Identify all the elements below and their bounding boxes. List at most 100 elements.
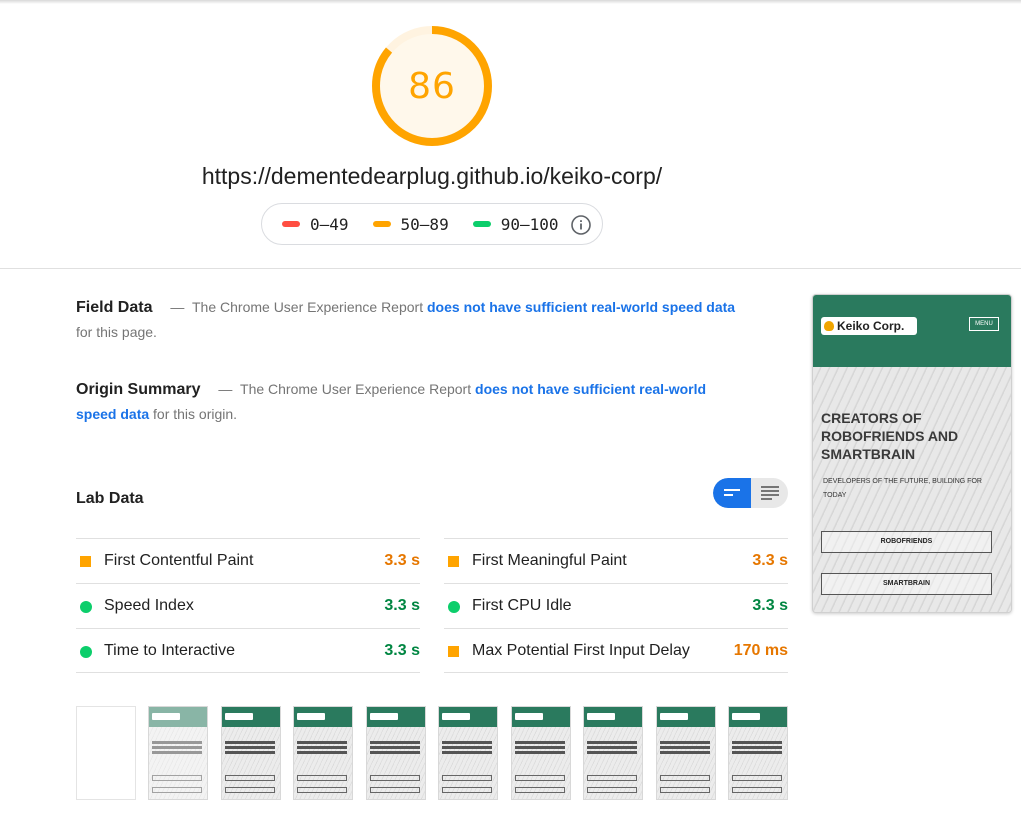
preview-button-robofriends: ROBOFRIENDS	[821, 531, 992, 553]
frame-logo	[515, 713, 543, 720]
frame-button	[587, 775, 637, 781]
expanded-view-button[interactable]	[751, 478, 788, 508]
frame-body	[222, 727, 280, 799]
metrics-view-toggle[interactable]	[713, 478, 788, 508]
field-data-section: Field Data — The Chrome User Experience …	[76, 295, 736, 345]
filmstrip-frame	[221, 706, 281, 800]
frame-button	[297, 787, 347, 793]
frame-logo	[152, 713, 180, 720]
frame-button	[297, 775, 347, 781]
metric-value: 3.3 s	[752, 552, 788, 569]
frame-header	[512, 707, 570, 727]
average-indicator-icon	[448, 556, 459, 567]
metric-time-to-interactive: Time to Interactive 3.3 s	[76, 628, 420, 673]
frame-text	[370, 741, 420, 744]
lab-metrics-left: First Contentful Paint 3.3 s Speed Index…	[76, 538, 420, 673]
filmstrip-frame	[583, 706, 643, 800]
preview-logo: Keiko Corp.	[821, 317, 917, 335]
frame-body	[584, 727, 642, 799]
frame-logo	[442, 713, 470, 720]
frame-text	[297, 741, 347, 744]
frame-header	[222, 707, 280, 727]
frame-body	[149, 727, 207, 799]
origin-summary-dash: —	[218, 381, 233, 397]
metric-value: 3.3 s	[752, 597, 788, 614]
metric-speed-index: Speed Index 3.3 s	[76, 583, 420, 628]
performance-score-gauge: 86	[371, 25, 493, 147]
metric-first-contentful-paint: First Contentful Paint 3.3 s	[76, 538, 420, 583]
score-legend: 0–49 50–89 90–100	[261, 203, 603, 245]
expanded-view-icon	[761, 486, 779, 500]
frame-logo	[732, 713, 760, 720]
frame-button	[370, 787, 420, 793]
filmstrip-frame	[366, 706, 426, 800]
frame-button	[515, 775, 565, 781]
frame-button	[152, 775, 202, 781]
origin-summary-text: The Chrome User Experience Report	[240, 381, 472, 397]
frame-button	[587, 787, 637, 793]
filmstrip-frame	[293, 706, 353, 800]
frame-logo	[370, 713, 398, 720]
legend-pass-label: 90–100	[500, 214, 559, 234]
final-screenshot: Keiko Corp. MENU CREATORS OF ROBOFRIENDS…	[812, 294, 1012, 613]
legend-average-bar	[372, 221, 391, 227]
frame-body	[729, 727, 787, 799]
legend-fail: 0–49	[282, 215, 349, 234]
preview-header: Keiko Corp. MENU	[813, 295, 1011, 367]
metric-value: 170 ms	[733, 641, 788, 659]
filmstrip-frame	[511, 706, 571, 800]
frame-header	[367, 707, 425, 727]
frame-button	[370, 775, 420, 781]
preview-logo-text: Keiko Corp.	[837, 319, 905, 333]
frame-logo	[297, 713, 325, 720]
preview-button-smartbrain: SMARTBRAIN	[821, 573, 992, 595]
frame-body	[367, 727, 425, 799]
filmstrip-frame	[148, 706, 208, 800]
field-data-link[interactable]: does not have sufficient real-world spee…	[427, 299, 735, 315]
legend-pass-bar	[472, 221, 491, 227]
frame-button	[660, 775, 710, 781]
frame-text	[442, 741, 492, 744]
legend-average: 50–89	[372, 215, 449, 234]
frame-text	[225, 741, 275, 744]
frame-text	[152, 741, 202, 744]
metric-max-potential-fid: Max Potential First Input Delay 170 ms	[444, 628, 788, 673]
metric-first-cpu-idle: First CPU Idle 3.3 s	[444, 583, 788, 628]
frame-header	[294, 707, 352, 727]
field-data-dash: —	[170, 299, 185, 315]
field-data-tail: for this page.	[76, 324, 157, 340]
lab-data-title: Lab Data	[76, 490, 144, 507]
field-data-text: The Chrome User Experience Report	[192, 299, 424, 315]
compact-view-icon	[724, 489, 740, 496]
preview-menu: MENU	[969, 317, 999, 331]
pass-indicator-icon	[448, 601, 460, 613]
frame-text	[660, 741, 710, 744]
frame-body	[512, 727, 570, 799]
info-icon[interactable]	[570, 214, 592, 236]
filmstrip-frame	[438, 706, 498, 800]
metric-label: Speed Index	[104, 597, 194, 614]
header-divider	[0, 268, 1021, 269]
filmstrip-frame	[656, 706, 716, 800]
frame-button	[152, 787, 202, 793]
frame-text	[587, 741, 637, 744]
frame-header	[729, 707, 787, 727]
pass-indicator-icon	[80, 646, 92, 658]
average-indicator-icon	[80, 556, 91, 567]
frame-logo	[225, 713, 253, 720]
page-url: https://dementedearplug.github.io/keiko-…	[201, 163, 663, 189]
compact-view-button[interactable]	[713, 478, 751, 508]
pass-indicator-icon	[80, 601, 92, 613]
frame-text	[732, 741, 782, 744]
preview-subheadline: DEVELOPERS OF THE FUTURE, BUILDING FOR T…	[823, 478, 982, 499]
frame-header	[584, 707, 642, 727]
metric-label: First Meaningful Paint	[472, 552, 627, 569]
metric-value: 3.3 s	[384, 641, 420, 659]
bird-logo-icon	[824, 321, 834, 331]
frame-button	[442, 775, 492, 781]
origin-summary-title: Origin Summary	[76, 381, 201, 398]
frame-header	[657, 707, 715, 727]
lab-metrics-right: First Meaningful Paint 3.3 s First CPU I…	[444, 538, 788, 673]
average-indicator-icon	[448, 646, 459, 657]
frame-button	[225, 787, 275, 793]
